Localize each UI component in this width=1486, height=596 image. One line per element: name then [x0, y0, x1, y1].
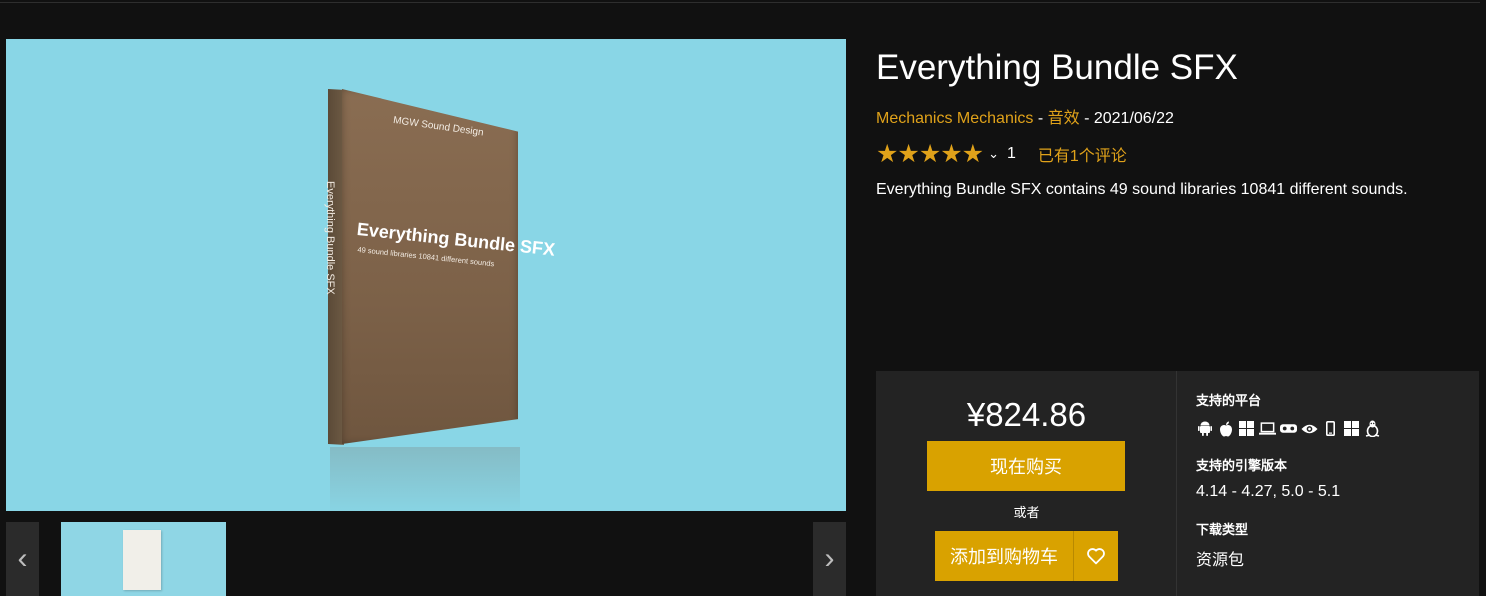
- product-title: Everything Bundle SFX: [876, 48, 1238, 87]
- rating-row: ★★★★★ ⌄ 1 已有1个评论: [876, 140, 1127, 168]
- specs-section: 支持的平台 支持的引擎版本 4.14 - 4.27, 5.0 - 5.1 下载类…: [1196, 371, 1479, 596]
- category-link[interactable]: 音效: [1048, 110, 1080, 127]
- add-to-cart-group: 添加到购物车: [935, 531, 1118, 581]
- platform-icons: [1196, 420, 1381, 437]
- thumbnail-box-art: [123, 530, 161, 590]
- platforms-label: 支持的平台: [1196, 393, 1262, 408]
- gallery-thumbnail[interactable]: [61, 522, 226, 596]
- gallery-prev-button[interactable]: ‹: [6, 522, 39, 596]
- wishlist-button[interactable]: [1074, 531, 1118, 581]
- linux-icon: [1364, 420, 1381, 437]
- top-divider: [0, 2, 1480, 3]
- eye-icon: [1301, 420, 1318, 437]
- gallery-next-button[interactable]: ›: [813, 522, 846, 596]
- purchase-panel: ¥824.86 现在购买 或者 添加到购物车 支持的平台 支持的引擎版本 4.1…: [876, 371, 1479, 596]
- download-type: 资源包: [1196, 552, 1245, 569]
- meta-separator: -: [1033, 110, 1048, 127]
- engine-versions: 4.14 - 4.27, 5.0 - 5.1: [1196, 483, 1341, 500]
- windows-icon: [1343, 420, 1360, 437]
- laptop-icon: [1259, 420, 1276, 437]
- box-spine-text: Everything Bundle SFX: [324, 181, 336, 295]
- windows-icon: [1238, 420, 1255, 437]
- meta-separator: -: [1079, 110, 1094, 127]
- chevron-left-icon: ‹: [17, 542, 28, 575]
- chevron-right-icon: ›: [824, 542, 835, 575]
- buy-now-button[interactable]: 现在购买: [927, 441, 1125, 491]
- product-hero-image[interactable]: MGW Sound Design Everything Bundle SFX 4…: [6, 39, 846, 511]
- price-section: ¥824.86 现在购买 或者 添加到购物车: [876, 371, 1177, 596]
- product-meta: Mechanics Mechanics - 音效 - 2021/06/22: [876, 104, 1174, 128]
- product-description: Everything Bundle SFX contains 49 sound …: [876, 181, 1408, 198]
- author-link[interactable]: Mechanics Mechanics: [876, 110, 1033, 127]
- phone-icon: [1322, 420, 1339, 437]
- engine-version-label: 支持的引擎版本: [1196, 458, 1288, 473]
- box-reflection: [330, 447, 520, 511]
- or-divider-text: 或者: [1013, 505, 1040, 520]
- android-icon: [1196, 420, 1213, 437]
- release-date: 2021/06/22: [1093, 110, 1174, 127]
- heart-icon: [1087, 548, 1105, 565]
- reviews-link[interactable]: 已有1个评论: [1038, 142, 1127, 166]
- download-type-label: 下载类型: [1196, 522, 1249, 537]
- apple-icon: [1217, 420, 1234, 437]
- rating-count: 1: [1006, 145, 1016, 162]
- product-box-art: MGW Sound Design Everything Bundle SFX 4…: [324, 89, 556, 445]
- star-rating: ★★★★★: [876, 140, 984, 168]
- chevron-down-icon[interactable]: ⌄: [988, 146, 999, 162]
- add-to-cart-button[interactable]: 添加到购物车: [935, 531, 1074, 581]
- price: ¥824.86: [966, 396, 1087, 433]
- vr-headset-icon: [1280, 420, 1297, 437]
